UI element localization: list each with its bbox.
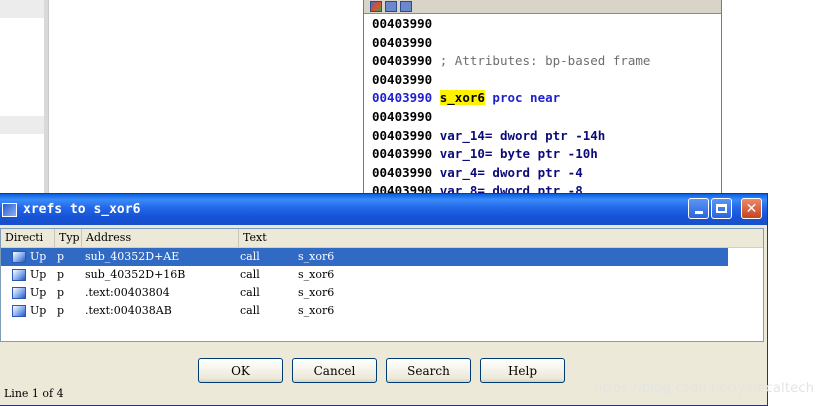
text-instruction-cell: call <box>240 250 260 263</box>
left-panel-row <box>0 0 44 18</box>
disassembly-lines: 00403990 00403990 00403990 ; Attributes: b… <box>364 14 721 194</box>
local-variable[interactable]: var_14= dword ptr -14h <box>432 128 606 143</box>
direction-cell: Up <box>1 302 51 320</box>
table-row[interactable]: Up p sub_40352D+AE call s_xor6 <box>1 248 728 266</box>
maximize-button[interactable] <box>711 198 732 219</box>
text-instruction-cell: call <box>240 286 260 299</box>
xrefs-list[interactable]: Directi Typ Address Text Up p sub_40352D+A… <box>0 228 764 342</box>
xref-icon <box>12 305 26 317</box>
code-address: 00403990 <box>372 127 433 143</box>
code-line[interactable]: 00403990 ; Attributes: bp-based frame <box>372 52 721 71</box>
code-comment: ; Attributes: bp-based frame <box>432 53 651 69</box>
ok-button[interactable]: OK <box>198 358 283 383</box>
direction-value: Up <box>30 286 47 299</box>
left-panel-row <box>0 116 44 134</box>
xref-icon <box>12 251 26 263</box>
list-view-icon[interactable] <box>400 1 412 12</box>
cancel-button[interactable]: Cancel <box>292 358 377 383</box>
text-target-cell: s_xor6 <box>298 304 335 317</box>
left-panel <box>0 0 49 200</box>
code-line[interactable]: 00403990 <box>372 108 721 127</box>
direction-value: Up <box>30 268 47 281</box>
search-button[interactable]: Search <box>386 358 471 383</box>
xrefs-window-icon <box>2 202 17 217</box>
direction-cell: Up <box>1 284 51 302</box>
column-header-address[interactable]: Address <box>82 229 239 247</box>
dialog-title: xrefs to s_xor6 <box>23 202 141 217</box>
address-cell: sub_40352D+16B <box>85 268 186 281</box>
direction-value: Up <box>30 304 47 317</box>
help-button[interactable]: Help <box>480 358 565 383</box>
xrefs-dialog: xrefs to s_xor6 ✕ Directi Typ Address Te… <box>0 193 768 406</box>
text-target-cell: s_xor6 <box>298 268 335 281</box>
text-instruction-cell: call <box>240 304 260 317</box>
code-address: 00403990 <box>372 90 433 106</box>
table-row[interactable]: Up p .text:004038AB call s_xor6 <box>1 302 763 320</box>
close-button[interactable]: ✕ <box>741 198 762 219</box>
list-header: Directi Typ Address Text <box>1 229 763 248</box>
minimize-icon <box>694 211 703 214</box>
proc-keyword: proc near <box>484 90 561 106</box>
direction-cell: Up <box>1 248 51 266</box>
text-target-cell: s_xor6 <box>298 286 335 299</box>
edit-icon[interactable] <box>385 1 397 12</box>
watermark: https://blog.csdn.net/yalecaltech <box>594 381 815 396</box>
column-header-type[interactable]: Typ <box>55 229 82 247</box>
code-line[interactable]: 00403990 var_14= dword ptr -14h <box>372 127 721 146</box>
table-row[interactable]: Up p sub_40352D+16B call s_xor6 <box>1 266 763 284</box>
text-target-cell: s_xor6 <box>298 250 335 263</box>
text-instruction-cell: call <box>240 268 260 281</box>
disassembly-view[interactable]: 00403990 00403990 00403990 ; Attributes: b… <box>363 0 722 195</box>
xref-icon <box>12 269 26 281</box>
column-header-direction[interactable]: Directi <box>1 229 55 247</box>
code-line[interactable]: 00403990 var_10= byte ptr -10h <box>372 145 721 164</box>
code-line[interactable]: 00403990 <box>372 34 721 53</box>
panel-splitter[interactable] <box>44 0 48 200</box>
code-line[interactable]: 00403990 <box>372 71 721 90</box>
type-cell: p <box>57 304 65 317</box>
code-address: 00403990 <box>372 53 433 69</box>
type-cell: p <box>57 268 65 281</box>
code-address: 00403990 <box>372 16 433 31</box>
column-header-text[interactable]: Text <box>239 229 763 247</box>
dialog-title-bar[interactable]: xrefs to s_xor6 ✕ <box>0 194 767 225</box>
code-address: 00403990 <box>372 108 433 124</box>
code-address: 00403990 <box>372 71 433 87</box>
disassembly-toolbar <box>364 0 721 14</box>
xref-icon <box>12 287 26 299</box>
code-line[interactable]: 00403990 var_4= dword ptr -4 <box>372 164 721 183</box>
function-name[interactable]: s_xor6 <box>439 90 485 106</box>
local-variable[interactable]: var_4= dword ptr -4 <box>432 165 583 180</box>
table-row[interactable]: Up p .text:00403804 call s_xor6 <box>1 284 763 302</box>
xrefs-rows: Up p sub_40352D+AE call s_xor6 Up p sub_40352D+… <box>1 248 763 320</box>
type-cell: p <box>57 250 65 263</box>
code-address: 00403990 <box>372 34 433 50</box>
address-cell: .text:00403804 <box>85 286 170 299</box>
type-cell: p <box>57 286 65 299</box>
direction-cell: Up <box>1 266 51 284</box>
direction-value: Up <box>30 250 47 263</box>
code-address: 00403990 <box>372 164 433 180</box>
local-variable[interactable]: var_10= byte ptr -10h <box>432 146 598 161</box>
code-address: 00403990 <box>372 146 433 162</box>
minimize-button[interactable] <box>688 198 709 219</box>
code-line[interactable]: 00403990 s_xor6 proc near <box>372 89 721 108</box>
status-line: Line 1 of 4 <box>4 387 64 400</box>
close-icon: ✕ <box>745 200 758 217</box>
maximize-icon <box>716 204 727 213</box>
address-cell: sub_40352D+AE <box>85 250 180 263</box>
address-cell: .text:004038AB <box>85 304 172 317</box>
code-line[interactable]: 00403990 <box>372 15 721 34</box>
color-graph-icon[interactable] <box>370 1 382 12</box>
